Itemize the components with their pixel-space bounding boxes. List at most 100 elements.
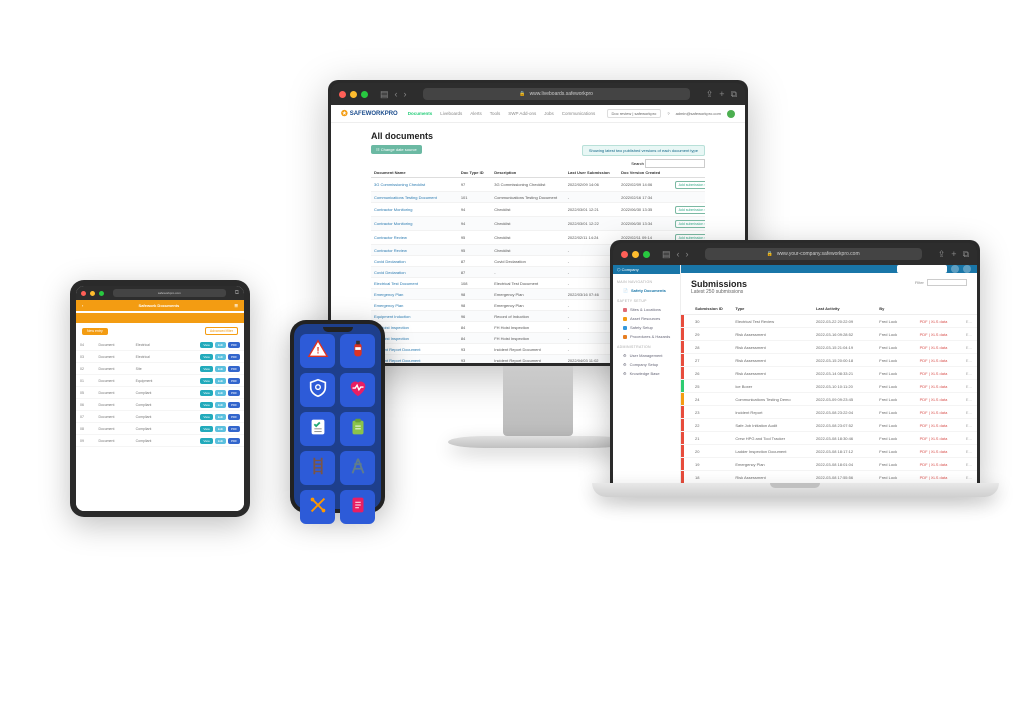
nav-swp add-ons[interactable]: SWP Add-ons (508, 111, 536, 116)
window-controls[interactable] (339, 91, 368, 98)
download-link[interactable]: PDF | XLS data (914, 458, 960, 471)
address-bar[interactable]: 🔒 www.your-company.safeworkpro.com (705, 248, 922, 260)
maximize-icon[interactable] (361, 91, 368, 98)
filter-input[interactable] (927, 279, 967, 286)
minimize-icon[interactable] (350, 91, 357, 98)
share-icon[interactable]: ⇪ (938, 249, 946, 260)
table-row[interactable]: Contractor Monitoring94Checklist2022/03/… (371, 203, 705, 217)
tile-ladder[interactable] (300, 451, 335, 485)
view-badge[interactable]: View (200, 438, 212, 444)
doc-name-cell[interactable]: Covid Declaration (371, 256, 458, 267)
table-row[interactable]: 19Emergency Plan2022-03-08 18:01:04Fred … (681, 458, 977, 471)
minimize-icon[interactable] (632, 251, 639, 258)
back-icon[interactable]: ‹ (677, 249, 680, 260)
nav-communications[interactable]: Communications (562, 111, 596, 116)
tile-checklist[interactable] (300, 412, 335, 446)
edit-link[interactable]: Edit (960, 367, 977, 380)
pdf-badge[interactable]: PDF (228, 378, 240, 384)
pdf-badge[interactable]: PDF (228, 390, 240, 396)
edit-link[interactable]: Edit (960, 393, 977, 406)
user-email[interactable]: admin@safeworkpro.com (676, 111, 721, 116)
pdf-badge[interactable]: PDF (228, 402, 240, 408)
tile-stepladder[interactable] (340, 451, 375, 485)
sidebar-item[interactable]: Asset Resources (617, 314, 676, 323)
nav-liveboards[interactable]: Liveboards (440, 111, 462, 116)
search-input[interactable] (645, 159, 705, 168)
change-source-button[interactable]: ☷ Change date source (371, 145, 422, 154)
download-link[interactable]: PDF | XLS data (914, 328, 960, 341)
doc-name-cell[interactable]: Contractor Monitoring (371, 203, 458, 217)
maximize-icon[interactable] (643, 251, 650, 258)
doc-name-cell[interactable]: Contractor Review (371, 231, 458, 245)
list-item[interactable]: 04DocumentElectricalViewEditPDF (76, 339, 244, 351)
list-item[interactable]: 01DocumentEquipmentViewEditPDF (76, 375, 244, 387)
download-link[interactable]: PDF | XLS data (914, 341, 960, 354)
edit-link[interactable]: Edit (960, 406, 977, 419)
list-item[interactable]: 08DocumentCompliantViewEditPDF (76, 423, 244, 435)
tile-heart[interactable] (340, 373, 375, 407)
download-link[interactable]: PDF | XLS data (914, 380, 960, 393)
user-icon[interactable] (963, 265, 971, 273)
app-logo[interactable]: ✪ SAFEWORKPRO (341, 109, 398, 118)
new-tab-icon[interactable]: + (951, 249, 956, 260)
add-submission-button[interactable]: Add submission » (675, 206, 705, 214)
view-badge[interactable]: View (200, 378, 212, 384)
view-badge[interactable]: View (200, 402, 212, 408)
edit-link[interactable]: Edit (960, 419, 977, 432)
table-row[interactable]: 28Risk Assessment2022-03-15 21:04:19Fred… (681, 341, 977, 354)
list-item[interactable]: 02DocumentSiteViewEditPDF (76, 363, 244, 375)
download-link[interactable]: PDF | XLS data (914, 393, 960, 406)
edit-badge[interactable]: Edit (215, 414, 226, 420)
back-icon[interactable]: ‹ (82, 303, 83, 308)
add-submission-button[interactable]: Add submission » (675, 181, 705, 189)
back-icon[interactable]: ‹ (395, 89, 398, 100)
doc-name-cell[interactable]: Communications Testing Document (371, 192, 458, 203)
pdf-badge[interactable]: PDF (228, 366, 240, 372)
column-header[interactable]: Type (729, 303, 810, 315)
sidebar-item[interactable]: Procedures & Hazards (617, 332, 676, 341)
download-link[interactable]: PDF | XLS data (914, 406, 960, 419)
table-row[interactable]: 24Communications Testing Demo2022-03-09 … (681, 393, 977, 406)
edit-badge[interactable]: Edit (215, 378, 226, 384)
column-header[interactable] (914, 303, 960, 315)
table-row[interactable]: 25Ice Boxer2022-03-10 10:11:20Fred LockP… (681, 380, 977, 393)
tile-clipboard[interactable] (340, 412, 375, 446)
forward-icon[interactable]: › (404, 89, 407, 100)
view-badge[interactable]: View (200, 342, 212, 348)
site-pill[interactable]: Doc review | safeworkpro (607, 109, 662, 118)
sidebar-toggle-icon[interactable]: ▤ (662, 249, 671, 260)
filter-button[interactable]: Advanced filter (205, 327, 238, 335)
tile-extinguisher[interactable] (340, 334, 375, 368)
download-link[interactable]: PDF | XLS data (914, 471, 960, 484)
doc-name-cell[interactable]: Contractor Monitoring (371, 217, 458, 231)
tile-warning[interactable]: ! (300, 334, 335, 368)
close-icon[interactable] (339, 91, 346, 98)
column-header[interactable]: Last User Submission (565, 168, 618, 178)
tile-form[interactable] (340, 490, 375, 524)
pdf-badge[interactable]: PDF (228, 426, 240, 432)
tabs-icon[interactable]: ⧉ (731, 89, 737, 100)
sidebar-item[interactable]: ⚙ Company Setup (617, 360, 676, 369)
nav-jobs[interactable]: Jobs (544, 111, 554, 116)
tabs-icon[interactable]: ⧉ (235, 290, 239, 297)
doc-name-cell[interactable]: Emergency Plan (371, 289, 458, 300)
address-bar[interactable]: safeworkpro.com (113, 289, 226, 297)
address-bar[interactable]: 🔒 www.liveboards.safeworkpro (423, 88, 690, 100)
tabs-icon[interactable]: ⧉ (963, 249, 969, 260)
nav-tools[interactable]: Tools (490, 111, 501, 116)
column-header[interactable]: Doc Version Created (618, 168, 671, 178)
forward-icon[interactable]: › (686, 249, 689, 260)
doc-name-cell[interactable]: Covid Declaration (371, 267, 458, 278)
sidebar-item[interactable]: Safety Setup (617, 323, 676, 332)
edit-badge[interactable]: Edit (215, 402, 226, 408)
table-row[interactable]: 30Electrical Test Review2022-03-22 20:22… (681, 315, 977, 328)
tile-tools[interactable] (300, 490, 335, 524)
edit-link[interactable]: Edit (960, 471, 977, 484)
doc-name-cell[interactable]: 3G Commissioning Checklist (371, 178, 458, 192)
edit-badge[interactable]: Edit (215, 390, 226, 396)
download-link[interactable]: PDF | XLS data (914, 354, 960, 367)
table-row[interactable]: 29Risk Assessment2022-03-16 09:28:52Fred… (681, 328, 977, 341)
list-item[interactable]: 06DocumentCompliantViewEditPDF (76, 399, 244, 411)
doc-name-cell[interactable]: Electrical Test Document (371, 278, 458, 289)
minimize-icon[interactable] (90, 291, 95, 296)
